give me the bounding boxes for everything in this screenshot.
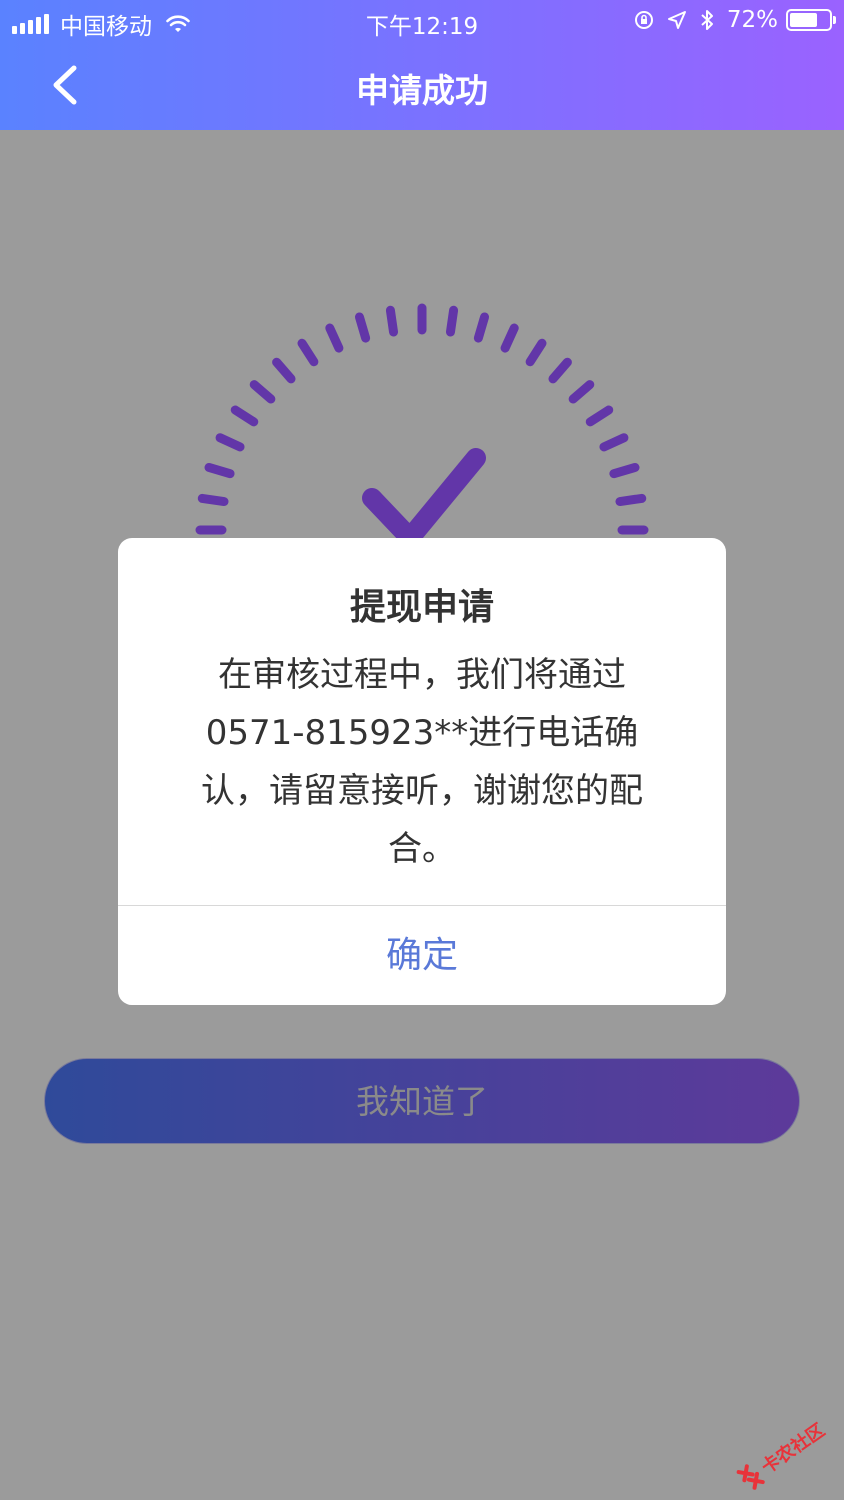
dial-tick	[230, 405, 259, 427]
dial-tick	[385, 305, 399, 337]
dial-tick	[609, 462, 640, 479]
dial-tick	[272, 357, 296, 384]
dial-tick	[525, 338, 547, 367]
status-right: 72%	[633, 7, 836, 33]
app-header: 中国移动 下午12:19 72% 申请成功	[0, 0, 844, 130]
battery-icon	[786, 9, 836, 31]
watermark-text: 卡农社区	[757, 1419, 829, 1479]
location-icon	[667, 10, 687, 30]
dial-tick	[445, 305, 459, 337]
dial-tick	[215, 433, 245, 452]
dial-tick	[325, 323, 344, 353]
dial-tick	[615, 493, 647, 507]
dial-tick	[548, 357, 572, 384]
rotation-lock-icon	[633, 9, 655, 31]
confirm-button[interactable]: 确定	[118, 906, 726, 1005]
got-it-button[interactable]: 我知道了	[44, 1058, 800, 1144]
dialog-title: 提现申请	[349, 587, 494, 628]
watermark-logo: 卡农社区	[728, 1405, 843, 1500]
dial-tick	[599, 433, 629, 452]
dial-tick	[197, 493, 229, 507]
success-dial	[195, 303, 649, 548]
dial-ticks	[195, 303, 649, 535]
dialog-message-line: 认，请留意接听，谢谢您的配	[201, 771, 643, 811]
dial-tick	[500, 323, 519, 353]
withdraw-dialog: 提现申请 在审核过程中，我们将通过 0571-815923**进行电话确 认，请…	[118, 538, 726, 1005]
page-title: 申请成功	[356, 71, 488, 110]
dialog-message-line: 在审核过程中，我们将通过	[218, 655, 626, 695]
checkmark-icon	[362, 448, 486, 548]
battery-percent: 72%	[726, 7, 778, 33]
dial-tick	[249, 380, 276, 404]
dialog-message-line: 0571-815923**进行电话确	[205, 713, 639, 753]
dialog-message-line: 合。	[388, 829, 456, 869]
dialog-message: 在审核过程中，我们将通过 0571-815923**进行电话确 认，请留意接听，…	[168, 646, 676, 878]
dial-tick	[354, 312, 371, 343]
battery-level	[790, 13, 817, 27]
dial-tick	[297, 338, 319, 367]
bluetooth-icon	[699, 9, 715, 31]
dial-tick	[204, 462, 235, 479]
dial-tick	[473, 312, 490, 343]
dial-tick	[568, 380, 595, 404]
status-bar: 中国移动 下午12:19 72%	[0, 0, 844, 42]
dial-tick	[585, 405, 614, 427]
